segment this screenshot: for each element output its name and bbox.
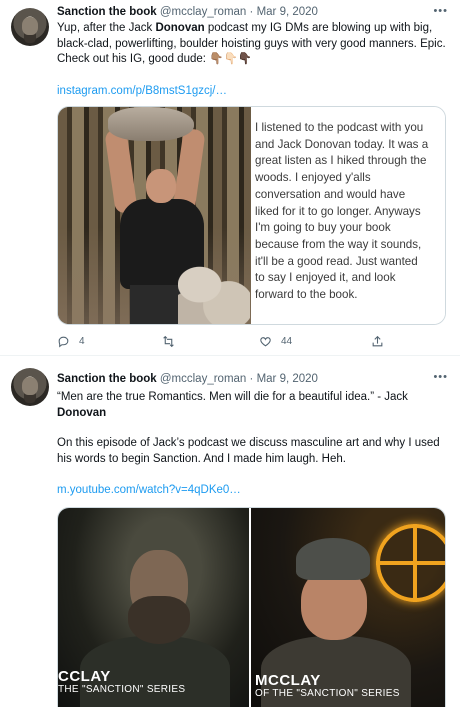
tweet-header: Sanction the book @mcclay_roman · Mar 9,… bbox=[57, 372, 448, 387]
photo-boulder-lift[interactable] bbox=[58, 107, 251, 324]
screenshot-line: I'm going to buy your book bbox=[255, 221, 391, 235]
video-caption-title: MCCLAY bbox=[255, 672, 321, 689]
tweet-link[interactable]: instagram.com/p/B8mstS1gzcj/… bbox=[57, 85, 227, 97]
author-name[interactable]: Sanction the book bbox=[57, 6, 157, 18]
more-horizontal-icon[interactable]: ••• bbox=[433, 5, 448, 17]
share-button[interactable] bbox=[371, 332, 384, 350]
tweet-text: Yup, after the Jack Donovan podcast my I… bbox=[57, 21, 446, 68]
tweet-link[interactable]: m.youtube.com/watch?v=4qDKe0… bbox=[57, 484, 241, 496]
screenshot-line: and Jack Donovan today. It was a bbox=[255, 137, 429, 151]
reply-button[interactable]: 4 bbox=[57, 332, 85, 350]
video-caption-title: CCLAY bbox=[58, 668, 111, 685]
avatar[interactable] bbox=[11, 8, 49, 46]
boulder-shape bbox=[108, 107, 194, 141]
screenshot-line: conversation and would have bbox=[255, 187, 406, 201]
video-caption-subtitle: THE "SANCTION" SERIES bbox=[58, 684, 186, 695]
screenshot-line: liked for it to go longer. Anyways bbox=[255, 204, 421, 218]
avatar[interactable] bbox=[11, 368, 49, 406]
reply-icon bbox=[58, 336, 69, 347]
more-horizontal-icon[interactable]: ••• bbox=[433, 371, 448, 383]
separator: · bbox=[249, 373, 254, 385]
tweet-media[interactable]: CCLAY THE "SANCTION" SERIES MCCLAY OF TH… bbox=[57, 507, 446, 707]
video-caption-subtitle: OF THE "SANCTION" SERIES bbox=[255, 688, 400, 699]
like-button[interactable]: 44 bbox=[259, 332, 292, 350]
tweet-actions: 4 44 bbox=[57, 332, 446, 350]
photo-message-screenshot[interactable]: I listened to the podcast with you and J… bbox=[251, 107, 445, 324]
tweet-text: “Men are the true Romantics. Men will di… bbox=[57, 390, 446, 467]
rock-pile-shape bbox=[178, 257, 250, 324]
video-frame-left[interactable]: CCLAY THE "SANCTION" SERIES bbox=[58, 508, 250, 707]
tweet-text-part: Yup, after the Jack bbox=[57, 22, 156, 34]
separator: · bbox=[249, 6, 254, 18]
beard-shape bbox=[128, 596, 190, 644]
share-icon bbox=[372, 335, 383, 346]
quote-text: “Men are the true Romantics. Men will di… bbox=[57, 391, 408, 403]
neon-sign-shape bbox=[376, 524, 445, 602]
screenshot-line: it'll be a good read. Just wanted bbox=[255, 254, 418, 268]
screenshot-line: woods. I enjoyed y'alls bbox=[255, 171, 371, 185]
author-handle[interactable]: @mcclay_roman bbox=[160, 373, 246, 385]
highlighted-word: Donovan bbox=[57, 406, 107, 419]
tweet-date[interactable]: Mar 9, 2020 bbox=[257, 373, 318, 385]
cap-shape bbox=[296, 538, 370, 580]
head-shape bbox=[146, 169, 176, 203]
tweet-header: Sanction the book @mcclay_roman · Mar 9,… bbox=[57, 5, 448, 20]
screenshot-line: because from the way it sounds, bbox=[255, 237, 422, 251]
heart-icon bbox=[260, 336, 271, 346]
tweet[interactable]: Sanction the book @mcclay_roman · Mar 9,… bbox=[0, 0, 460, 356]
author-handle[interactable]: @mcclay_roman bbox=[160, 6, 246, 18]
reply-count: 4 bbox=[79, 335, 85, 347]
like-count: 44 bbox=[281, 335, 293, 347]
tweet-date[interactable]: Mar 9, 2020 bbox=[257, 6, 318, 18]
screenshot-line: great listen as I hiked through the bbox=[255, 154, 427, 168]
retweet-button[interactable] bbox=[162, 332, 184, 350]
screenshot-line: forward to the book. bbox=[255, 288, 358, 302]
quote-paragraph: “Men are the true Romantics. Men will di… bbox=[57, 390, 446, 421]
tweet[interactable]: Sanction the book @mcclay_roman · Mar 9,… bbox=[0, 357, 460, 707]
retweet-icon bbox=[163, 335, 174, 347]
screenshot-line: I listened to the podcast with you bbox=[255, 121, 424, 134]
body-paragraph: On this episode of Jack’s podcast we dis… bbox=[57, 437, 440, 465]
video-frame-right[interactable]: MCCLAY OF THE "SANCTION" SERIES bbox=[251, 508, 445, 707]
screenshot-line: to say I enjoyed it, and look bbox=[255, 271, 396, 285]
author-name[interactable]: Sanction the book bbox=[57, 373, 157, 385]
highlighted-word: Donovan bbox=[155, 22, 205, 34]
tweet-media[interactable]: I listened to the podcast with you and J… bbox=[57, 106, 446, 325]
